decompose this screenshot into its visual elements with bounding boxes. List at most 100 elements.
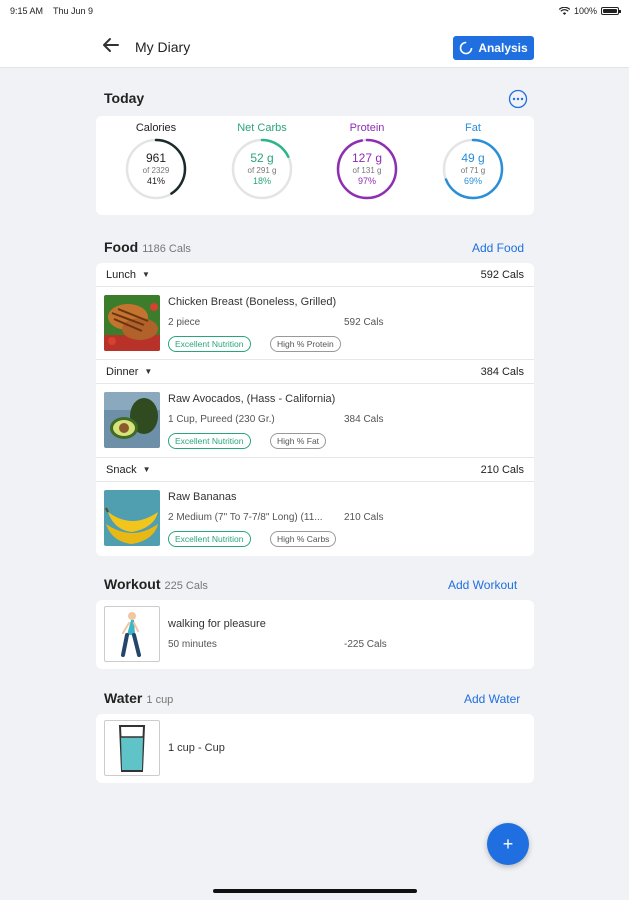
food-item-qty: 1 Cup, Pureed (230 Gr.) <box>168 414 275 425</box>
macro-value: 961 <box>145 151 167 165</box>
macro-goal: of 71 g <box>460 166 486 175</box>
meal-name: Lunch <box>106 268 136 281</box>
tag-high-carbs: High % Carbs <box>270 531 337 547</box>
meal-cals: 210 Cals <box>480 463 524 476</box>
home-indicator <box>213 889 417 893</box>
macro-goal: of 291 g <box>247 166 277 175</box>
macro-label: Calories <box>135 122 177 134</box>
meal-cals: 384 Cals <box>480 365 524 378</box>
water-total: 1 cup <box>146 694 174 706</box>
chicken-breast-image <box>104 295 160 351</box>
workout-duration: 50 minutes <box>168 639 217 650</box>
ring-text: 127 g of 131 g 97% <box>335 137 399 201</box>
page-title: My Diary <box>135 39 191 55</box>
banana-image <box>104 490 160 546</box>
workout-item-row[interactable]: walking for pleasure 50 minutes -225 Cal… <box>96 600 534 669</box>
macro-percent: 69% <box>463 176 482 186</box>
caret-down-icon: ▼ <box>144 367 153 376</box>
ring-text: 49 g of 71 g 69% <box>441 137 505 201</box>
workout-title: Workout 225 Cals <box>104 576 208 592</box>
food-item-row[interactable]: Raw Avocados, (Hass - California) 1 Cup,… <box>96 384 534 458</box>
more-options-button[interactable] <box>508 89 528 109</box>
food-total-cals: 1186 Cals <box>142 243 191 255</box>
macro-ring-item[interactable]: Calories 961 of 2329 41% <box>111 116 201 201</box>
add-entry-button[interactable]: + <box>487 823 529 865</box>
status-bar: 9:15 AM Thu Jun 9 100% <box>0 0 629 22</box>
workout-name: walking for pleasure <box>168 618 266 630</box>
workout-total-cals: 225 Cals <box>164 580 208 592</box>
macro-ring-item[interactable]: Net Carbs 52 g of 291 g 18% <box>217 116 307 201</box>
meal-header-snack[interactable]: Snack ▼ 210 Cals <box>96 458 534 482</box>
water-glass-icon <box>104 720 160 776</box>
macro-label: Protein <box>349 122 385 134</box>
back-button[interactable] <box>100 34 122 56</box>
food-item-row[interactable]: Chicken Breast (Boneless, Grilled) 2 pie… <box>96 287 534 360</box>
meal-name: Snack <box>106 463 137 476</box>
today-summary-card: Calories 961 of 2329 41% Net Carbs 52 g of 291… <box>96 116 534 215</box>
food-item-cals: 384 Cals <box>344 414 384 425</box>
macro-ring: 49 g of 71 g 69% <box>441 137 505 201</box>
caret-down-icon: ▼ <box>142 465 151 474</box>
meal-cals: 592 Cals <box>480 268 524 281</box>
macro-value: 52 g <box>250 151 274 165</box>
food-card: Lunch ▼ 592 Cals Chicken Breast (Boneles… <box>96 263 534 556</box>
battery-icon <box>601 7 621 15</box>
analysis-label: Analysis <box>478 41 528 55</box>
macro-value: 49 g <box>461 151 485 165</box>
add-water-button[interactable]: Add Water <box>464 692 520 706</box>
ring-text: 961 of 2329 41% <box>124 137 188 201</box>
tag-excellent-nutrition: Excellent Nutrition <box>168 433 251 449</box>
water-item-name: 1 cup - Cup <box>168 742 225 754</box>
macro-ring-item[interactable]: Fat 49 g of 71 g 69% <box>428 116 518 201</box>
tag-high-fat: High % Fat <box>270 433 327 449</box>
macro-percent: 97% <box>357 176 376 186</box>
water-title-text: Water <box>104 690 143 706</box>
food-item-row[interactable]: Raw Bananas 2 Medium (7" To 7-7/8" Long)… <box>96 482 534 556</box>
add-food-button[interactable]: Add Food <box>472 241 524 255</box>
macro-label: Fat <box>465 122 481 134</box>
macro-percent: 41% <box>146 176 165 186</box>
wifi-icon <box>558 7 570 15</box>
battery-percent: 100% <box>573 6 597 16</box>
food-item-name: Chicken Breast (Boneless, Grilled) <box>168 296 337 308</box>
meal-name: Dinner <box>106 365 139 378</box>
status-right: 100% <box>558 6 621 16</box>
tag-high-protein: High % Protein <box>270 336 341 352</box>
food-item-cals: 592 Cals <box>344 317 384 328</box>
status-date: Thu Jun 9 <box>53 6 94 16</box>
walking-person-image <box>104 606 160 662</box>
food-item-name: Raw Bananas <box>168 491 237 503</box>
tag-excellent-nutrition: Excellent Nutrition <box>168 336 251 352</box>
macro-percent: 18% <box>252 176 271 186</box>
meal-header-lunch[interactable]: Lunch ▼ 592 Cals <box>96 263 534 287</box>
macro-goal: of 2329 <box>142 166 170 175</box>
workout-title-text: Workout <box>104 576 161 592</box>
food-item-cals: 210 Cals <box>344 512 384 523</box>
arrow-left-icon <box>103 38 119 52</box>
nav-bar: My Diary Analysis <box>0 22 629 68</box>
progress-circle-icon <box>460 41 473 55</box>
workout-card: walking for pleasure 50 minutes -225 Cal… <box>96 600 534 669</box>
today-title: Today <box>104 90 145 106</box>
food-item-qty: 2 Medium (7" To 7-7/8" Long) (11... <box>168 512 323 523</box>
status-time: 9:15 AM <box>10 6 44 16</box>
add-workout-button[interactable]: Add Workout <box>448 578 517 592</box>
analysis-button[interactable]: Analysis <box>453 36 534 60</box>
food-item-name: Raw Avocados, (Hass - California) <box>168 393 336 405</box>
macro-ring: 127 g of 131 g 97% <box>335 137 399 201</box>
macro-value: 127 g <box>351 151 383 165</box>
macro-goal: of 131 g <box>352 166 382 175</box>
food-title: Food 1186 Cals <box>104 239 191 255</box>
macro-ring: 961 of 2329 41% <box>124 137 188 201</box>
ring-text: 52 g of 291 g 18% <box>230 137 294 201</box>
macro-ring: 52 g of 291 g 18% <box>230 137 294 201</box>
avocado-image <box>104 392 160 448</box>
water-title: Water 1 cup <box>104 690 173 706</box>
workout-cals: -225 Cals <box>344 639 387 650</box>
macro-ring-item[interactable]: Protein 127 g of 131 g 97% <box>322 116 412 201</box>
meal-header-dinner[interactable]: Dinner ▼ 384 Cals <box>96 360 534 384</box>
water-item-row[interactable]: 1 cup - Cup <box>96 714 534 783</box>
water-card: 1 cup - Cup <box>96 714 534 783</box>
more-horizontal-icon <box>508 89 528 109</box>
macro-label: Net Carbs <box>237 122 287 134</box>
